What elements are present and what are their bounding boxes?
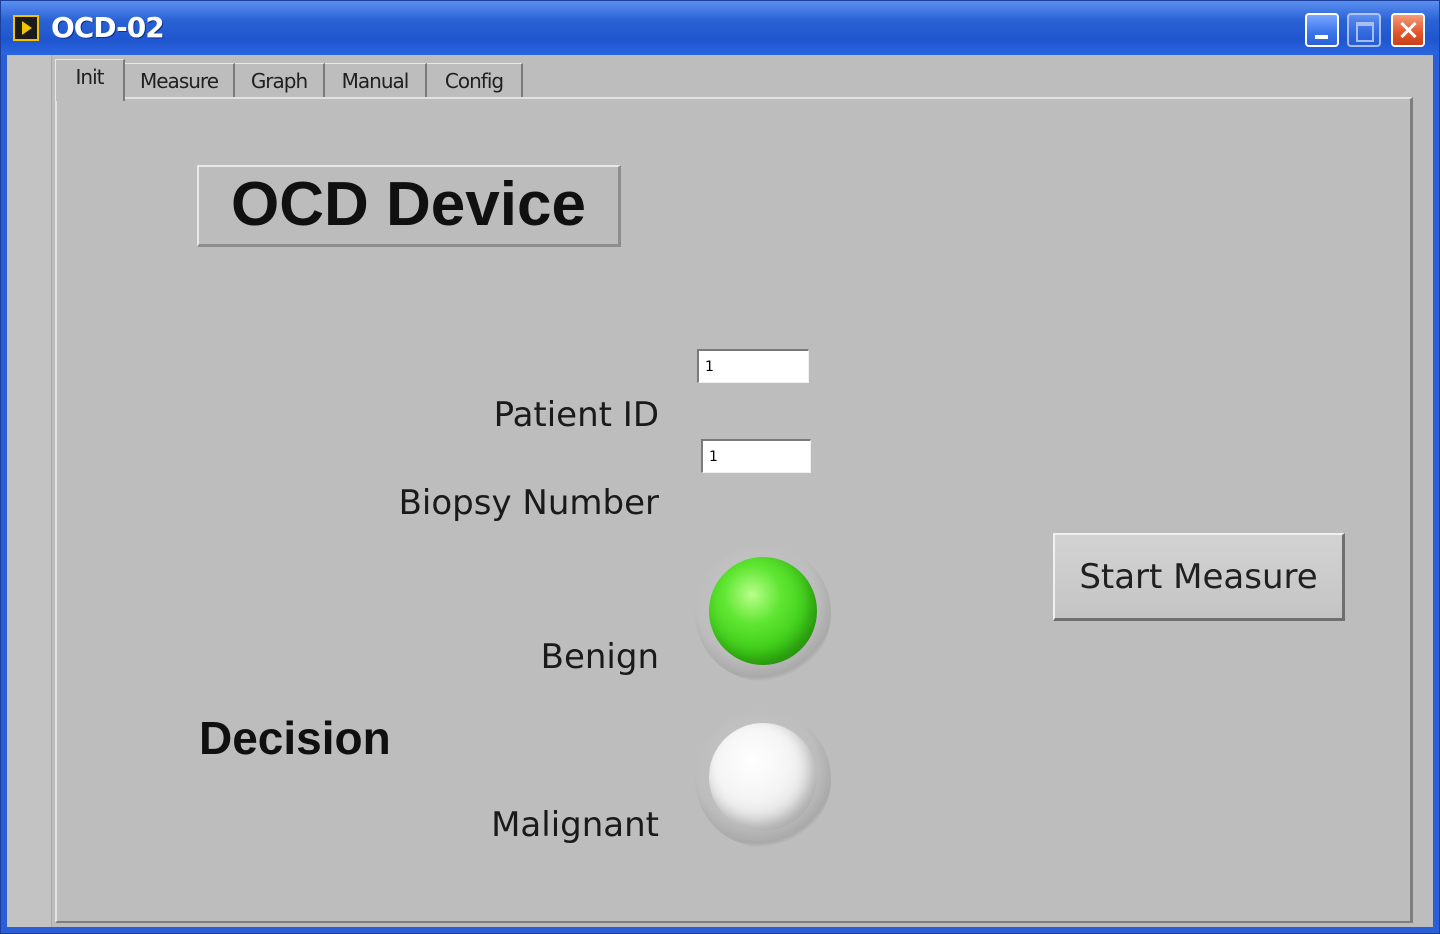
tab-label: Init <box>75 65 105 89</box>
tab-label: Config <box>444 69 504 93</box>
benign-indicator <box>695 545 831 681</box>
patient-id-label: Patient ID <box>493 395 659 435</box>
title-bar[interactable]: OCD-02 <box>1 1 1439 55</box>
malignant-led-icon <box>709 723 817 831</box>
tab-measure[interactable]: Measure <box>125 63 235 97</box>
app-icon[interactable] <box>13 15 39 41</box>
start-measure-button[interactable]: Start Measure <box>1053 533 1345 621</box>
tab-label: Graph <box>250 69 308 93</box>
benign-led-icon <box>709 557 817 665</box>
biopsy-number-input[interactable] <box>701 439 811 473</box>
tab-config[interactable]: Config <box>427 63 523 97</box>
left-margin-bar <box>7 55 52 927</box>
tab-manual[interactable]: Manual <box>325 63 427 97</box>
client-area: Init Measure Graph Manual Config OCD Dev… <box>7 55 1433 927</box>
minimize-icon[interactable] <box>1305 13 1339 47</box>
decision-label: Decision <box>199 712 391 764</box>
tab-graph[interactable]: Graph <box>235 63 325 97</box>
maximize-icon[interactable] <box>1347 13 1381 47</box>
tab-init[interactable]: Init <box>55 59 125 101</box>
application-window: OCD-02 Init Measure Graph Manual Config <box>0 0 1440 934</box>
window-title: OCD-02 <box>51 11 165 44</box>
malignant-label: Malignant <box>491 805 659 845</box>
patient-id-input[interactable] <box>697 349 809 383</box>
tab-label: Manual <box>341 69 410 93</box>
init-tab-page: OCD Device Patient ID Biopsy Number Deci… <box>55 97 1413 923</box>
biopsy-number-label: Biopsy Number <box>398 483 659 523</box>
page-title: OCD Device <box>197 165 621 247</box>
malignant-indicator <box>695 711 831 847</box>
close-icon[interactable] <box>1391 13 1425 47</box>
tab-label: Measure <box>140 69 219 93</box>
benign-label: Benign <box>540 637 659 677</box>
